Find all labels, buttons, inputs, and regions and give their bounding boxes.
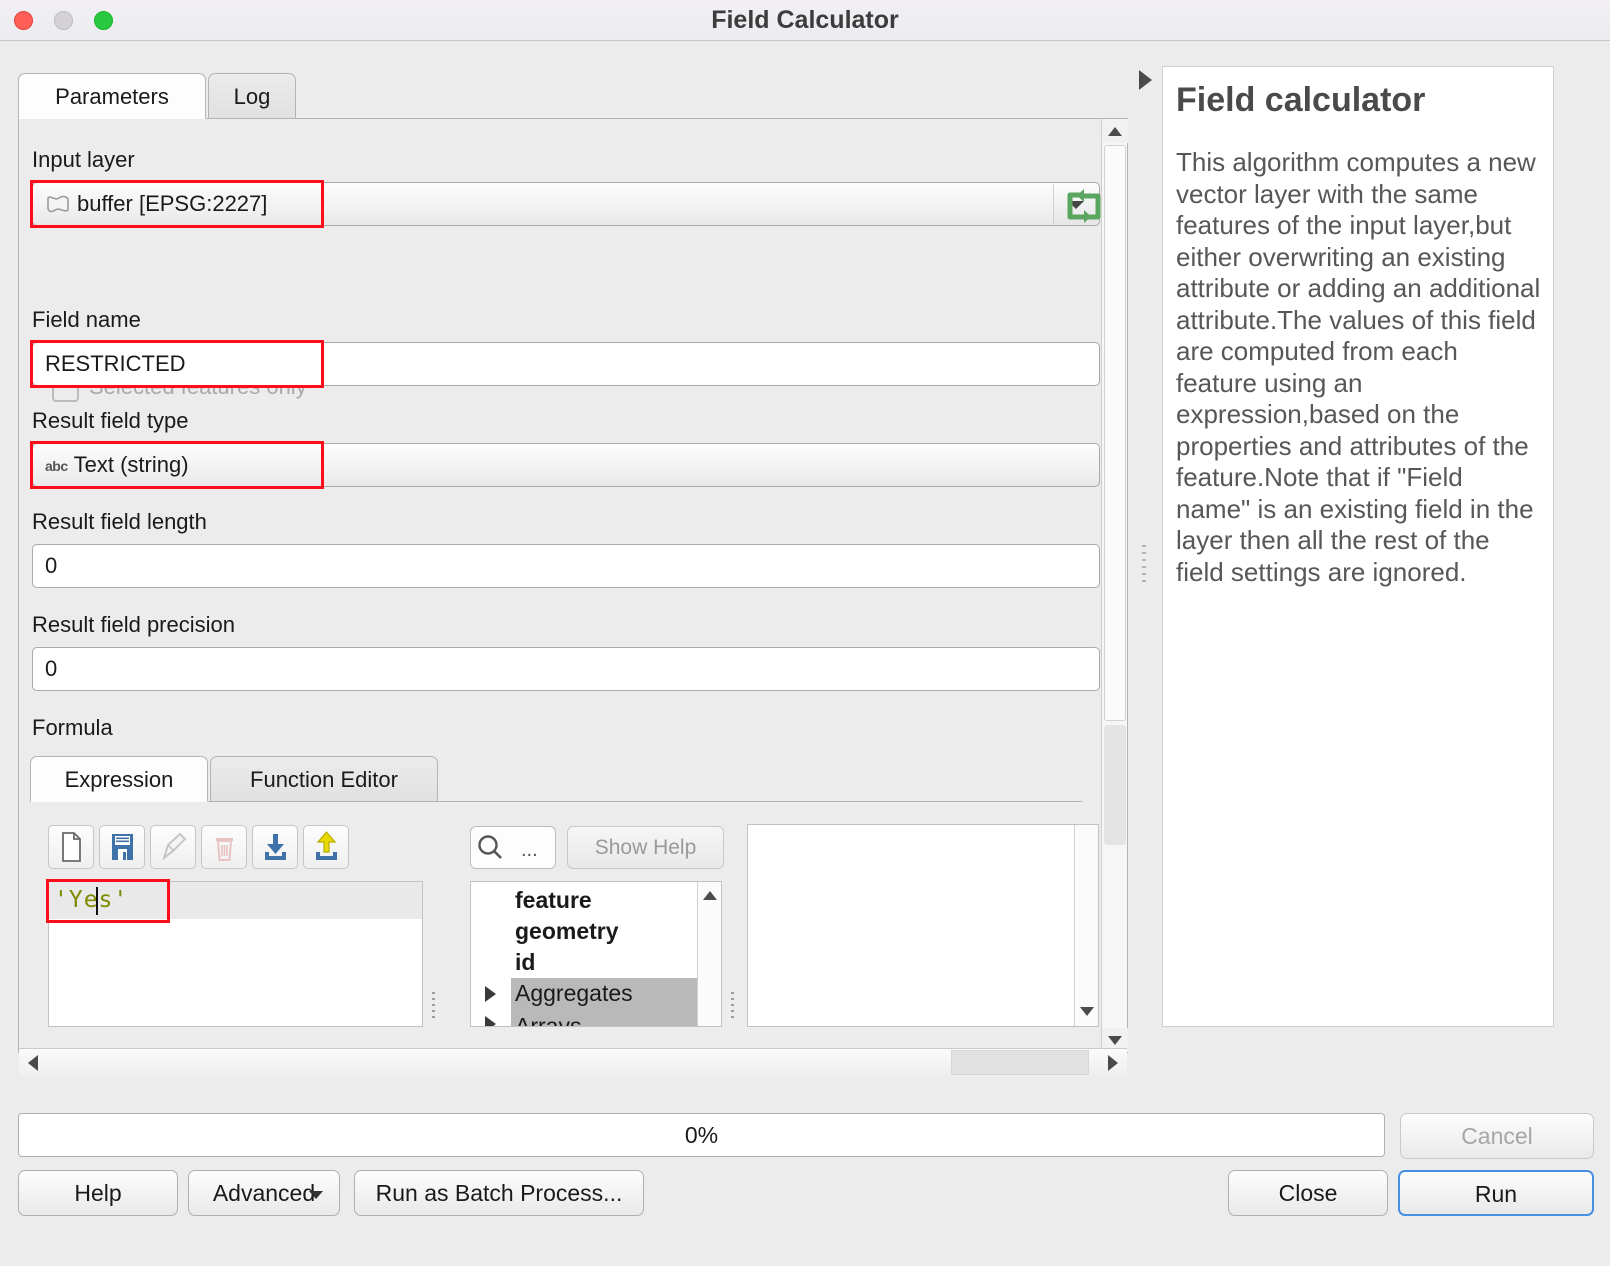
- result-field-precision-row: 0: [32, 647, 1100, 691]
- result-field-length-label: Result field length: [32, 509, 207, 535]
- main-tabs: Parameters Log: [18, 73, 1128, 119]
- result-field-length-row: 0: [32, 544, 1100, 588]
- result-field-type-row: abc Text (string): [32, 443, 1100, 487]
- search-placeholder: ...: [521, 839, 538, 862]
- function-tree-scrollbar[interactable]: [697, 882, 721, 1026]
- new-file-icon[interactable]: [48, 825, 94, 869]
- field-name-input[interactable]: RESTRICTED: [32, 342, 1100, 386]
- run-button[interactable]: Run: [1398, 1170, 1594, 1216]
- formula-label: Formula: [32, 715, 113, 741]
- expression-splitter-grip[interactable]: [431, 992, 435, 1022]
- scrollbar-thumb[interactable]: [1104, 145, 1126, 721]
- help-title: Field calculator: [1176, 81, 1536, 120]
- input-layer-label: Input layer: [32, 147, 135, 173]
- help-dock-splitter-grip[interactable]: [1142, 545, 1147, 585]
- parameters-content: Input layer buffer [EPSG:2227]: [19, 119, 1102, 1052]
- refresh-icon[interactable]: [1062, 187, 1102, 225]
- chevron-right-icon-arrays[interactable]: [485, 1016, 496, 1027]
- export-icon[interactable]: [303, 825, 349, 869]
- tab-expression[interactable]: Expression: [30, 756, 208, 802]
- import-icon[interactable]: [252, 825, 298, 869]
- progress-bar: 0%: [18, 1113, 1385, 1157]
- expression-editor[interactable]: 'Yes': [48, 881, 423, 1027]
- result-field-type-combobox[interactable]: abc Text (string): [32, 443, 1100, 487]
- save-icon[interactable]: [99, 825, 145, 869]
- tree-splitter-grip[interactable]: [730, 992, 734, 1022]
- parameters-horizontal-scrollbar[interactable]: [19, 1048, 1127, 1076]
- tree-item-feature[interactable]: feature: [515, 887, 592, 914]
- input-layer-value: buffer [EPSG:2227]: [77, 191, 267, 216]
- result-field-type-value: Text (string): [74, 452, 189, 477]
- help-button[interactable]: Help: [18, 1170, 178, 1216]
- advanced-button[interactable]: Advanced: [188, 1170, 340, 1216]
- tree-item-id[interactable]: id: [515, 949, 535, 976]
- edit-icon: [150, 825, 196, 869]
- input-layer-row: buffer [EPSG:2227]: [32, 182, 1100, 226]
- window-title: Field Calculator: [0, 0, 1610, 41]
- search-input[interactable]: ...: [470, 826, 556, 869]
- abc-icon: abc: [45, 445, 68, 487]
- function-help-scrollbar[interactable]: [1074, 825, 1098, 1026]
- progress-percent-label: 0%: [19, 1114, 1384, 1156]
- scroll-left-arrow-icon[interactable]: [19, 1049, 49, 1076]
- function-help-preview: [747, 824, 1099, 1027]
- scroll-right-arrow-icon[interactable]: [1097, 1049, 1127, 1076]
- scrollbar-track-lower[interactable]: [1104, 725, 1126, 845]
- tab-parameters[interactable]: Parameters: [18, 73, 206, 119]
- text-caret: [96, 887, 98, 915]
- parameters-panel: Input layer buffer [EPSG:2227]: [18, 118, 1128, 1053]
- formula-tabs: Expression Function Editor: [30, 756, 1080, 802]
- show-help-button[interactable]: Show Help: [567, 826, 724, 869]
- parameters-vertical-scrollbar[interactable]: [1101, 119, 1127, 1052]
- tree-item-arrays[interactable]: Arrays: [515, 1013, 581, 1027]
- title-bar: Field Calculator: [0, 0, 1610, 41]
- result-field-precision-input[interactable]: 0: [32, 647, 1100, 691]
- tab-function-editor[interactable]: Function Editor: [210, 756, 438, 802]
- field-name-row: RESTRICTED: [32, 342, 1100, 386]
- result-field-length-input[interactable]: 0: [32, 544, 1100, 588]
- help-body-text: This algorithm computes a new vector lay…: [1176, 147, 1544, 588]
- result-field-precision-label: Result field precision: [32, 612, 235, 638]
- tree-item-geometry[interactable]: geometry: [515, 918, 619, 945]
- search-icon: [471, 827, 507, 868]
- field-name-label: Field name: [32, 307, 141, 333]
- help-dock: Field calculator This algorithm computes…: [1162, 66, 1554, 1027]
- expression-text: 'Yes': [54, 882, 128, 919]
- tree-item-aggregates[interactable]: Aggregates: [515, 980, 633, 1007]
- advanced-button-label: Advanced: [213, 1180, 315, 1206]
- polygon-layer-icon: [45, 186, 71, 206]
- scroll-up-arrow-icon[interactable]: [1102, 119, 1128, 143]
- function-tree[interactable]: feature geometry id Aggregates Arrays: [470, 881, 722, 1027]
- chevron-right-icon-aggregates[interactable]: [485, 986, 496, 1002]
- cancel-button[interactable]: Cancel: [1400, 1113, 1594, 1159]
- result-field-type-label: Result field type: [32, 408, 189, 434]
- run-as-batch-button[interactable]: Run as Batch Process...: [354, 1170, 644, 1216]
- hscrollbar-thumb[interactable]: [951, 1050, 1089, 1075]
- help-dock-expander-icon[interactable]: [1136, 70, 1154, 90]
- tab-log[interactable]: Log: [208, 73, 296, 119]
- input-layer-combobox[interactable]: buffer [EPSG:2227]: [32, 182, 1100, 226]
- delete-icon: [201, 825, 247, 869]
- close-button[interactable]: Close: [1228, 1170, 1388, 1216]
- chevron-down-icon-advanced: [309, 1191, 323, 1199]
